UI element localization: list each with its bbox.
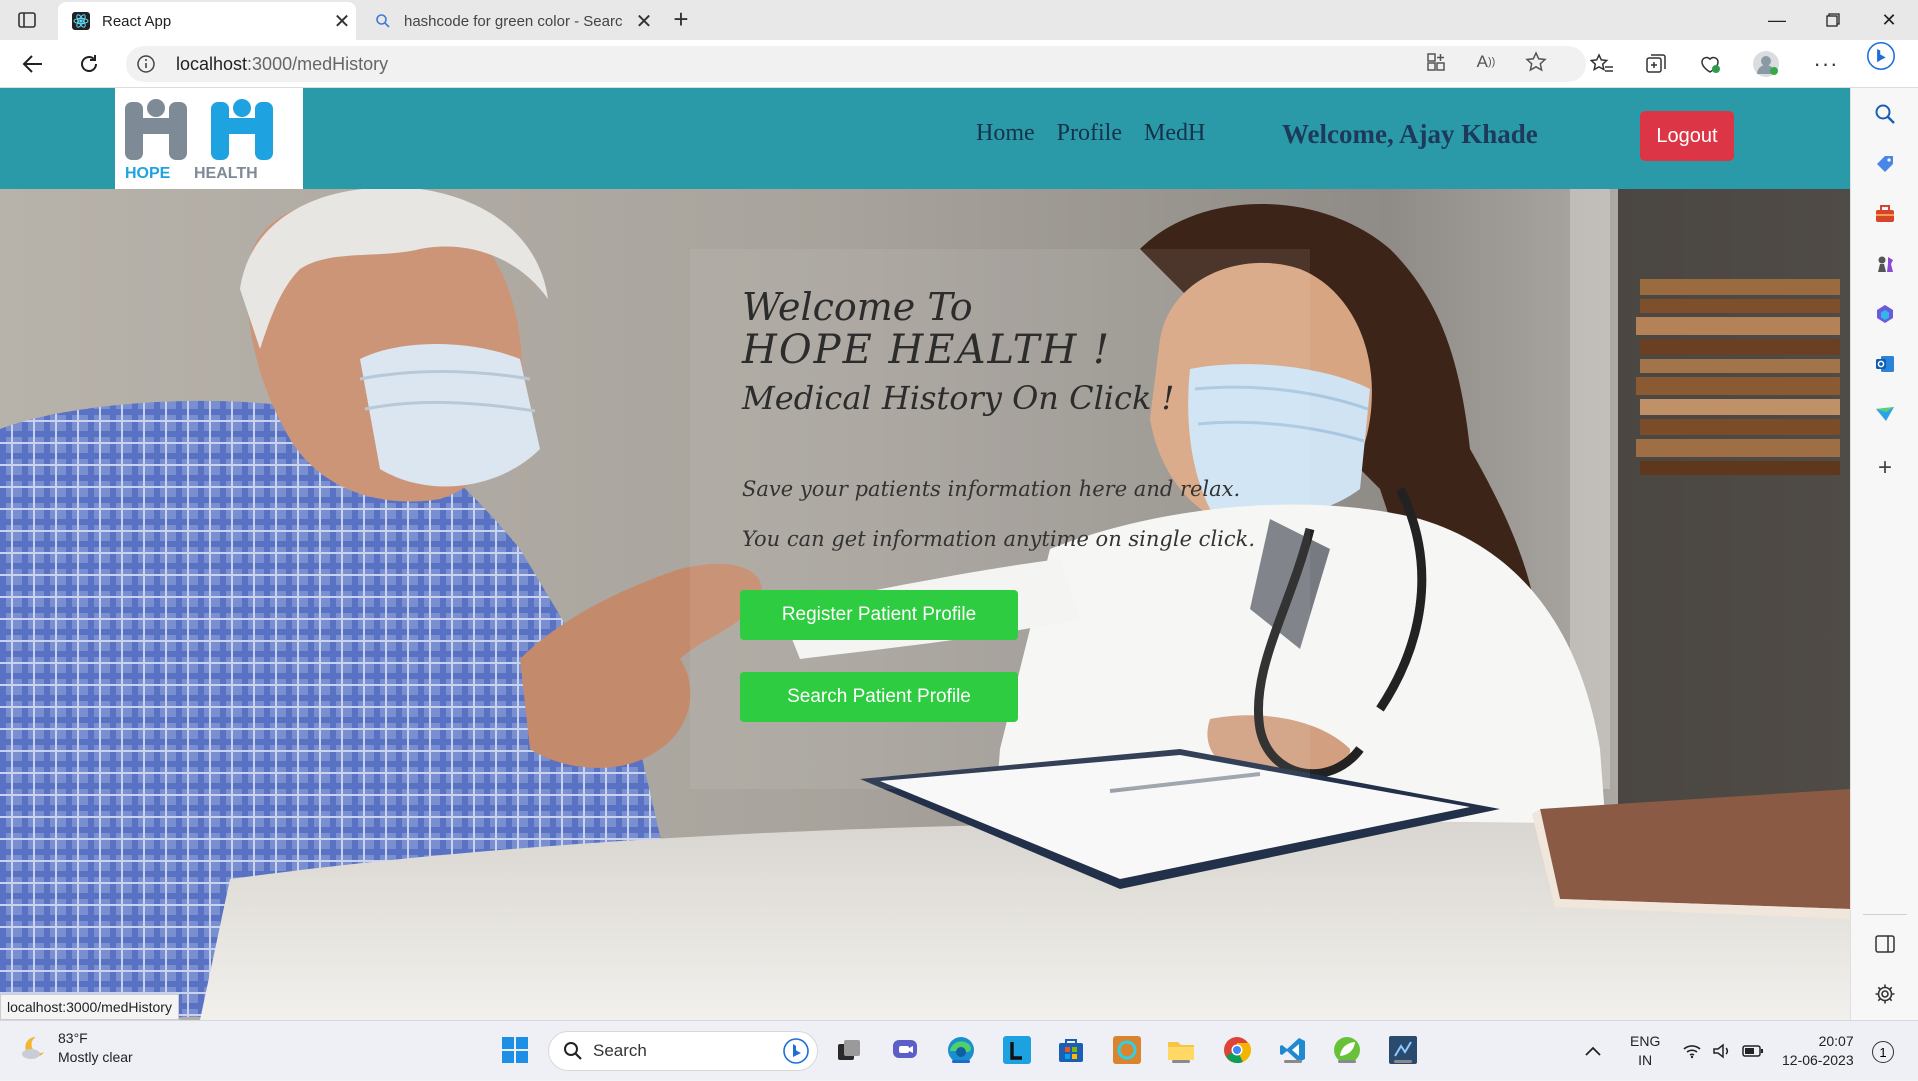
hero-description-line-2: You can get information anytime on singl… [742,527,1256,551]
sidebar-divider [1863,914,1907,915]
wifi-icon [1683,1045,1701,1059]
tab-bar: React App ✕ hashcode for green color - S… [0,0,1918,40]
weather-widget[interactable]: 83°F Mostly clear [18,1029,133,1067]
hero-section: Welcome To HOPE HEALTH ! Medical History… [0,189,1850,1020]
show-hidden-icons-chevron-icon[interactable] [1584,1021,1602,1081]
more-options-icon[interactable]: ··· [1810,48,1842,80]
weather-description: Mostly clear [58,1049,133,1065]
battery-icon [1742,1045,1763,1057]
nav-profile-link[interactable]: Profile [1057,120,1122,147]
search-label: Search [593,1041,647,1060]
weather-temperature: 83°F [58,1030,88,1046]
hero-brand-heading: HOPE HEALTH ! [742,327,1112,373]
address-bar: localhost:3000/medHistory A)) ··· [0,40,1918,88]
search-icon [564,1042,582,1060]
tab-title: hashcode for green color - Searc [404,12,623,30]
hero-welcome-heading: Welcome To [742,285,973,329]
shopping-tag-icon[interactable] [1871,150,1899,178]
bing-chat-icon[interactable] [1867,42,1895,70]
search-patient-profile-button[interactable]: Search Patient Profile [740,672,1018,722]
vscode-icon[interactable] [1276,1033,1310,1067]
page-viewport: HOPE HEALTH Home Profile MedH Welcome, A… [0,88,1850,1020]
url-text: localhost:3000/medHistory [176,53,389,74]
search-icon[interactable] [1871,100,1899,128]
edge-sidebar: + [1850,42,1918,1020]
hero-description-line-1: Save your patients information here and … [742,477,1241,501]
status-bar-url: localhost:3000/medHistory [0,994,179,1020]
ssms-icon[interactable] [1386,1033,1420,1067]
nav-medh-link[interactable]: MedH [1144,120,1205,147]
svg-text:HOPE: HOPE [125,165,171,182]
language-indicator[interactable]: ENG IN [1630,1021,1660,1081]
green-app-icon[interactable] [1330,1033,1364,1067]
tools-briefcase-icon[interactable] [1871,200,1899,228]
site-header: HOPE HEALTH Home Profile MedH Welcome, A… [0,88,1850,189]
games-chess-icon[interactable] [1871,250,1899,278]
back-icon[interactable] [16,48,50,80]
alexa-app-icon[interactable] [1110,1033,1144,1067]
bing-icon [783,1038,809,1064]
notification-badge[interactable]: 1 [1872,1041,1894,1063]
nav-home-link[interactable]: Home [976,120,1035,147]
minimize-icon[interactable]: — [1750,6,1804,34]
favorite-star-icon[interactable] [1522,48,1550,76]
react-favicon-icon [72,12,90,30]
weather-moon-cloud-icon [22,1036,44,1059]
svg-text:HEALTH: HEALTH [194,165,258,182]
hope-health-logo[interactable]: HOPE HEALTH [115,88,303,189]
send-drop-icon[interactable] [1871,400,1899,428]
app-available-icon[interactable] [1422,48,1450,76]
task-view-icon[interactable] [832,1033,866,1067]
new-tab-icon[interactable]: + [666,6,696,34]
collections-icon[interactable] [1640,48,1672,80]
profile-avatar-icon[interactable] [1750,48,1782,80]
hide-sidebar-icon[interactable] [1871,930,1899,958]
volume-icon [1713,1043,1729,1059]
search-favicon-icon [376,14,390,28]
l-app-icon[interactable] [1000,1033,1034,1067]
refresh-icon[interactable] [72,48,106,80]
close-tab-icon[interactable]: ✕ [328,9,356,34]
restore-icon[interactable] [1806,6,1860,34]
site-info-icon[interactable] [126,54,166,74]
browser-essentials-icon[interactable] [1694,48,1726,80]
tab-react-app[interactable]: React App ✕ [58,2,356,40]
tab-title: React App [102,12,172,30]
main-nav: Home Profile MedH [976,120,1205,147]
windows-taskbar: 83°F Mostly clear Search ENG IN 20:07 12… [0,1020,1918,1080]
welcome-user-text: Welcome, Ajay Khade [1282,119,1538,149]
microsoft-365-icon[interactable] [1871,300,1899,328]
url-field[interactable]: localhost:3000/medHistory [126,46,1586,82]
sidebar-settings-gear-icon[interactable] [1871,980,1899,1008]
close-window-icon[interactable]: ✕ [1862,6,1916,34]
read-aloud-icon[interactable]: A)) [1472,48,1500,76]
register-patient-profile-button[interactable]: Register Patient Profile [740,590,1018,640]
chrome-icon[interactable] [1220,1033,1254,1067]
tab-search[interactable]: hashcode for green color - Searc ✕ [360,2,658,40]
outlook-icon[interactable] [1871,350,1899,378]
clock-time: 20:07 [1818,1033,1854,1049]
windows-start-icon[interactable] [498,1033,532,1067]
clock[interactable]: 20:07 12-06-2023 [1782,1021,1854,1081]
file-explorer-icon[interactable] [1164,1033,1198,1067]
microsoft-store-icon[interactable] [1054,1033,1088,1067]
taskbar-search-field[interactable]: Search [548,1031,818,1071]
favorites-icon[interactable] [1586,48,1618,80]
logout-button[interactable]: Logout [1640,111,1734,161]
hero-tagline: Medical History On Click ! [742,379,1175,417]
system-tray-icons[interactable] [1682,1021,1764,1081]
add-sidebar-app-icon[interactable]: + [1871,454,1899,482]
edge-browser-icon[interactable] [944,1033,978,1067]
tab-actions-icon[interactable] [14,8,40,32]
close-tab-icon[interactable]: ✕ [630,9,658,34]
teams-chat-icon[interactable] [888,1033,922,1067]
clock-date: 12-06-2023 [1782,1052,1854,1068]
